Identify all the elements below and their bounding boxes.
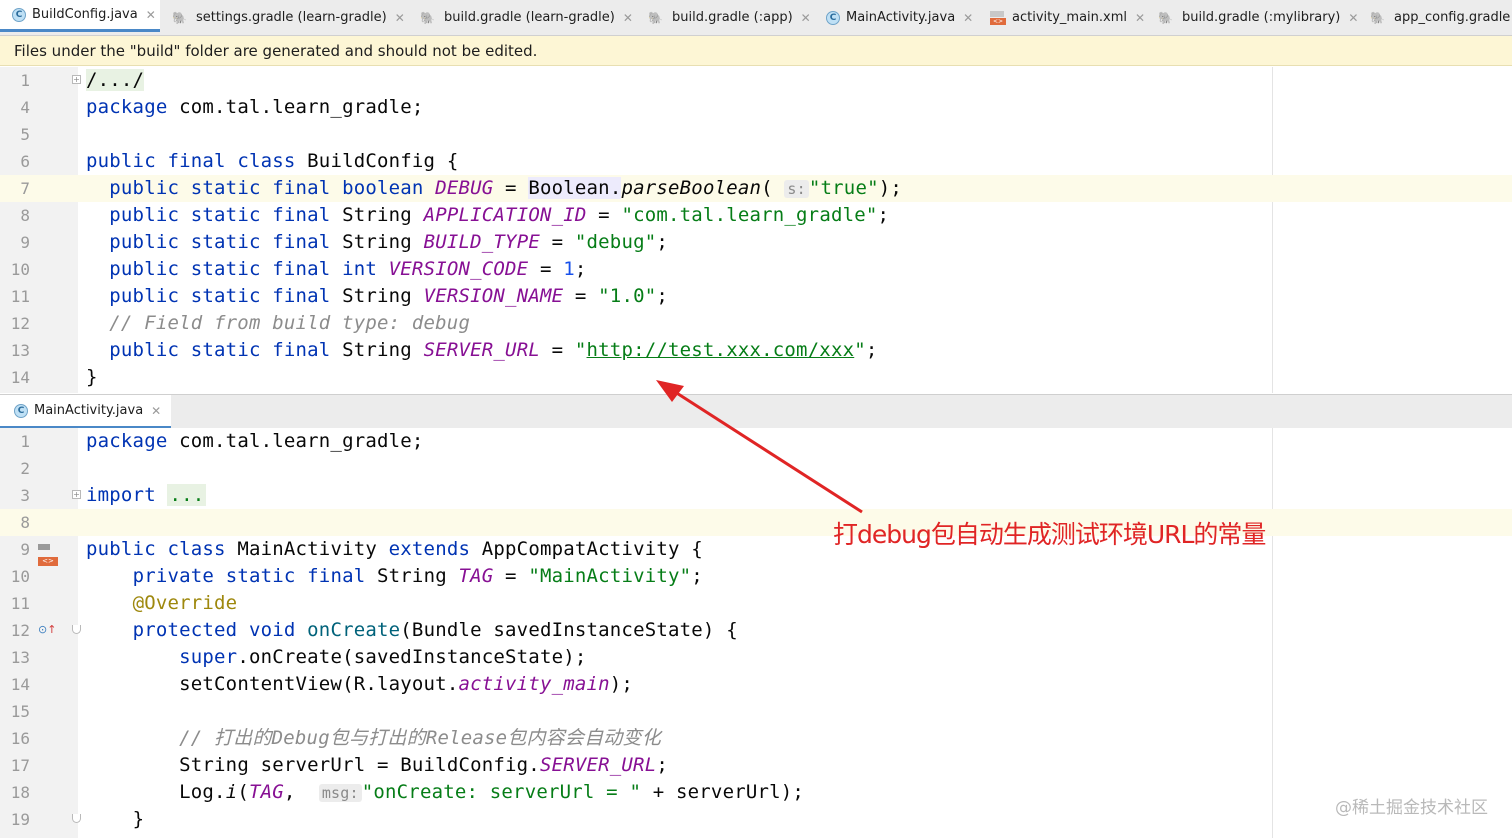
tab-label: app_config.gradle [1394,10,1511,25]
fold-icon[interactable] [72,814,81,823]
java-class-icon: C [14,403,28,418]
collapsed-imports[interactable]: ... [167,484,207,506]
gradle-icon: 🐘 [172,10,187,25]
gradle-icon: 🐘 [648,10,663,25]
mainactivity-editor[interactable]: 1 package com.tal.learn_gradle; 2 3 + im… [0,428,1512,838]
tab-build-gradle-app[interactable]: 🐘 build.gradle (:app) ✕ [648,0,811,35]
code-line: 10 private static final String TAG = "Ma… [10,565,703,587]
code-line: 5 [20,125,30,144]
server-url-link[interactable]: http://test.xxx.com/xxx [587,339,855,361]
tab-label: MainActivity.java [34,403,144,418]
code-line: 15 [10,702,30,721]
tab-activity-main-xml[interactable]: <> activity_main.xml ✕ [990,0,1145,35]
gradle-icon: 🐘 [1158,10,1173,25]
xml-layout-icon: <> [990,10,1006,25]
gradle-icon: 🐘 [420,10,435,25]
gradle-icon: 🐘 [1370,10,1385,25]
generated-file-warning: Files under the "build" folder are gener… [0,36,1512,66]
code-line: 8 public static final String APPLICATION… [20,204,890,226]
code-line: 4 package com.tal.learn_gradle; [20,96,424,118]
code-line: 14 setContentView(R.layout.activity_main… [10,673,634,695]
tab-label: MainActivity.java [846,10,956,25]
code-line: 3 + import ... [20,484,207,506]
close-icon[interactable]: ✕ [395,11,405,25]
code-line: 12 // Field from build type: debug [10,312,471,334]
tab-app-config-gradle[interactable]: 🐘 app_config.gradle [1370,0,1510,35]
code-line: 13 super.onCreate(savedInstanceState); [10,646,587,668]
code-line: 16 // 打出的Debug包与打出的Release包内容会自动变化 [10,727,661,749]
editor-tab-bar: C BuildConfig.java ✕ 🐘 settings.gradle (… [0,0,1512,36]
watermark: @稀土掘金技术社区 [1335,798,1488,818]
code-line: 12 ⊙↑ protected void onCreate(Bundle sav… [10,619,738,641]
code-line: 11 public static final String VERSION_NA… [10,285,669,307]
code-line: 18 Log.i(TAG, msg: "onCreate: serverUrl =… [10,781,805,803]
override-method-icon[interactable]: ⊙↑ [38,623,56,636]
tab-label: settings.gradle (learn-gradle) [196,10,387,25]
tab-label: activity_main.xml [1012,10,1128,25]
code-line: 9 public static final String BUILD_TYPE … [20,231,669,253]
tab-settings-gradle[interactable]: 🐘 settings.gradle (learn-gradle) ✕ [172,0,405,35]
code-line: 11 @Override [10,592,238,614]
java-class-icon: C [12,7,26,22]
tab-label: build.gradle (:mylibrary) [1182,10,1341,25]
code-line: 14 } [10,366,98,388]
code-line: 17 String serverUrl = BuildConfig.SERVER… [10,754,668,776]
close-icon[interactable]: ✕ [1348,11,1358,25]
close-icon[interactable]: ✕ [801,11,811,25]
tab-mainactivity-java[interactable]: C MainActivity.java ✕ [826,0,973,35]
close-icon[interactable]: ✕ [1135,11,1145,25]
close-icon[interactable]: ✕ [151,404,161,418]
close-icon[interactable]: ✕ [623,11,633,25]
tab-build-gradle-root[interactable]: 🐘 build.gradle (learn-gradle) ✕ [420,0,633,35]
param-hint: msg: [318,784,362,802]
close-icon[interactable]: ✕ [963,11,973,25]
code-line-current: 8 [0,509,1512,536]
java-class-icon: C [826,10,840,25]
tab-build-gradle-mylibrary[interactable]: 🐘 build.gradle (:mylibrary) ✕ [1158,0,1358,35]
tab-buildconfig-java[interactable]: C BuildConfig.java ✕ [0,0,160,32]
tab-label: build.gradle (learn-gradle) [444,10,615,25]
code-line: 6 public final class BuildConfig { [20,150,459,172]
split-editor-tab-bar: C MainActivity.java ✕ [0,394,1512,429]
annotation-label: 打debug包自动生成测试环境URL的常量 [833,520,1266,549]
code-line-current: 7 public static final boolean DEBUG = Bo… [0,175,1512,202]
code-line: 10 public static final int VERSION_CODE … [10,258,587,280]
fold-icon[interactable] [72,625,81,634]
code-line: 2 [20,459,30,478]
code-line: 9 <> public class MainActivity extends A… [20,538,703,566]
fold-icon[interactable]: + [72,75,81,84]
param-hint: s: [784,180,809,198]
code-line: 19 } [10,808,145,830]
tab-label: BuildConfig.java [32,7,138,22]
buildconfig-editor[interactable]: 1 + /.../ 4 package com.tal.learn_gradle… [0,67,1512,393]
code-line: 1 + /.../ [20,69,145,91]
code-line: 1 package com.tal.learn_gradle; [20,430,424,452]
code-line: 13 public static final String SERVER_URL… [10,339,878,361]
fold-icon[interactable]: + [72,490,81,499]
tab-label: build.gradle (:app) [672,10,793,25]
close-icon[interactable]: ✕ [146,8,156,22]
tab-mainactivity-java-split[interactable]: C MainActivity.java ✕ [0,395,172,429]
